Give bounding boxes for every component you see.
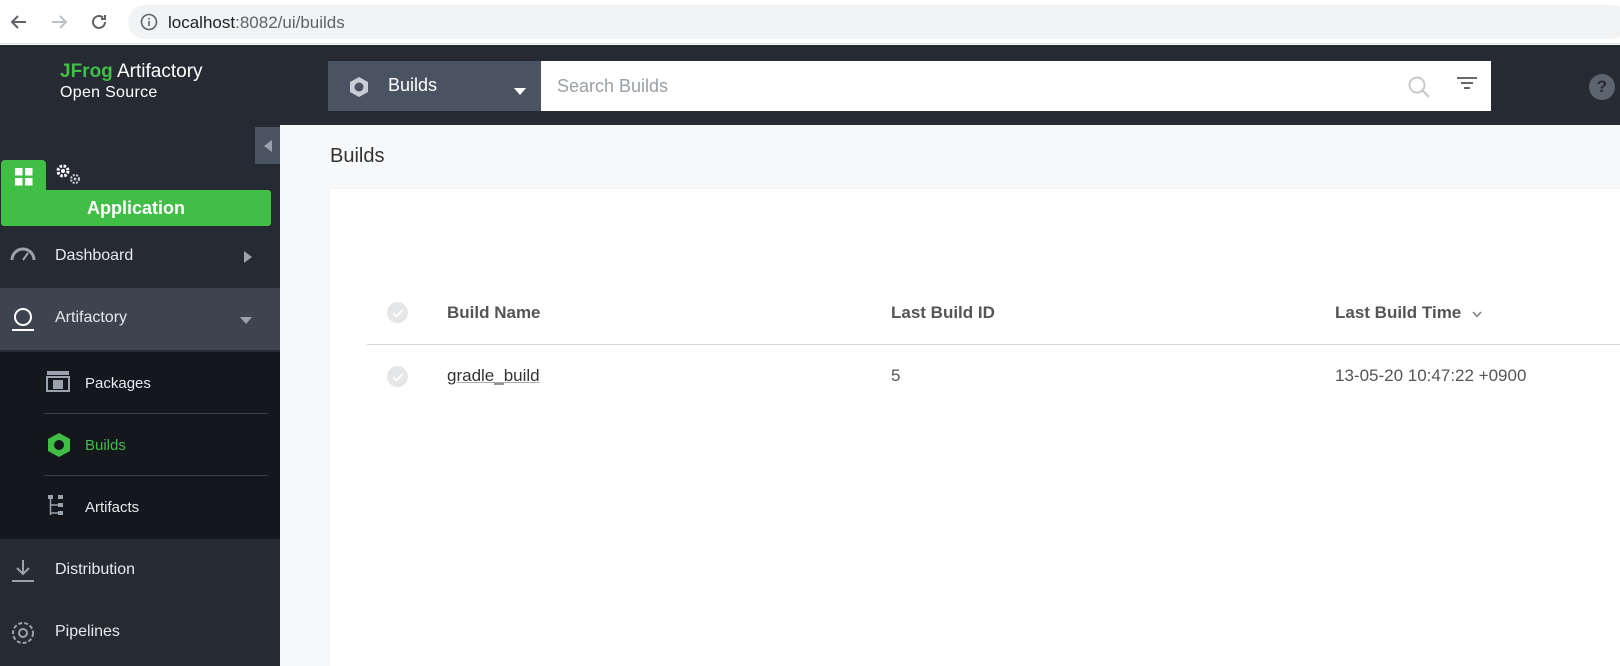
site-info-icon[interactable] bbox=[140, 13, 158, 36]
search-scope-label: Builds bbox=[388, 75, 438, 95]
sidebar-item-label: Dashboard bbox=[55, 247, 134, 264]
browser-toolbar: localhost:8082/ui/builds bbox=[0, 0, 1620, 44]
sidebar-item-label: Artifacts bbox=[85, 499, 140, 516]
tree-icon bbox=[46, 494, 68, 522]
sidebar-item-pipelines[interactable]: Pipelines bbox=[0, 602, 280, 664]
sidebar-item-label: Distribution bbox=[55, 561, 136, 578]
artifactory-icon bbox=[10, 306, 36, 337]
search-bar: Builds bbox=[328, 61, 1491, 111]
column-header-last-build-time[interactable]: Last Build Time bbox=[1335, 303, 1482, 323]
column-header-last-build-id[interactable]: Last Build ID bbox=[891, 303, 995, 323]
chevron-down-icon bbox=[240, 312, 252, 330]
sidebar-item-label: Pipelines bbox=[55, 623, 120, 640]
pipelines-icon bbox=[10, 620, 36, 651]
builds-table-card bbox=[330, 189, 1620, 666]
column-header-label: Last Build Time bbox=[1335, 303, 1462, 322]
row-checkbox[interactable] bbox=[387, 366, 408, 387]
sidebar-item-packages[interactable]: Packages bbox=[44, 352, 268, 414]
sidebar-item-label: Packages bbox=[85, 375, 151, 392]
sort-desc-icon bbox=[1472, 303, 1482, 322]
column-header-build-name[interactable]: Build Name bbox=[447, 303, 541, 323]
application-button[interactable]: Application bbox=[1, 190, 271, 226]
last-build-time: 13-05-20 10:47:22 +0900 bbox=[1335, 366, 1527, 385]
sidebar-item-dashboard[interactable]: Dashboard bbox=[0, 226, 280, 288]
page-title: Builds bbox=[330, 145, 385, 167]
collapse-sidebar-button[interactable] bbox=[255, 127, 280, 164]
address-bar[interactable]: localhost:8082/ui/builds bbox=[128, 5, 1620, 39]
download-icon bbox=[10, 558, 36, 589]
sidebar-item-artifactory[interactable]: Artifactory bbox=[0, 288, 280, 350]
builds-hexagon-icon bbox=[348, 76, 370, 103]
search-icon[interactable] bbox=[1407, 75, 1431, 104]
packages-icon bbox=[46, 370, 70, 396]
forward-icon[interactable] bbox=[47, 10, 71, 34]
jfrog-logo[interactable]: JFrog Artifactory Open Source bbox=[60, 61, 203, 102]
url-text: localhost:8082/ui/builds bbox=[168, 13, 345, 32]
chevron-down-icon bbox=[514, 83, 526, 101]
search-input[interactable] bbox=[541, 61, 1491, 111]
administration-tab[interactable] bbox=[54, 162, 84, 193]
builds-hexagon-icon bbox=[46, 432, 72, 462]
speedometer-icon bbox=[10, 244, 36, 271]
sidebar-item-builds[interactable]: Builds bbox=[44, 414, 268, 476]
sidebar-item-distribution[interactable]: Distribution bbox=[0, 540, 280, 602]
filter-icon[interactable] bbox=[1457, 75, 1477, 98]
last-build-id: 5 bbox=[891, 366, 901, 385]
artifactory-subnav: Packages Builds Artifacts bbox=[0, 352, 280, 539]
build-name-link[interactable]: gradle_build bbox=[447, 366, 540, 386]
chevron-right-icon bbox=[244, 250, 252, 268]
grid-icon bbox=[14, 167, 34, 192]
sidebar-item-label: Artifactory bbox=[55, 309, 128, 326]
back-icon[interactable] bbox=[7, 10, 31, 34]
help-icon[interactable]: ? bbox=[1589, 74, 1615, 100]
sidebar-item-label: Builds bbox=[85, 437, 126, 454]
select-all-checkbox[interactable] bbox=[387, 302, 408, 323]
table-header-divider bbox=[367, 344, 1620, 345]
search-scope-dropdown[interactable]: Builds bbox=[328, 61, 541, 111]
sidebar-item-artifacts[interactable]: Artifacts bbox=[44, 476, 268, 538]
reload-icon[interactable] bbox=[87, 10, 111, 34]
